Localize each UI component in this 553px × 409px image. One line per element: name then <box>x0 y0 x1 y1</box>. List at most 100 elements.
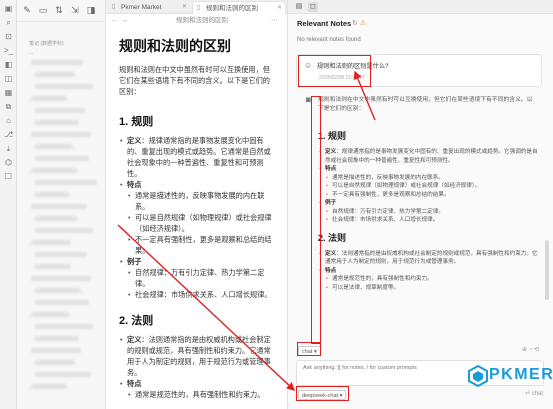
tree-item[interactable] <box>35 180 97 185</box>
user-avatar-icon: ☺ <box>304 61 313 70</box>
list-item: 特点 <box>119 378 277 389</box>
section-heading: 2. 法则 <box>119 315 154 327</box>
tree-item[interactable] <box>35 108 85 113</box>
tree-item[interactable] <box>35 360 75 365</box>
tree-item[interactable] <box>31 168 77 173</box>
tab-pkmer-market[interactable]: ▯ Pkmer Market ✕ <box>108 1 190 14</box>
list-item: 通常是规范性的，具有强制性和约束力。 <box>119 389 277 400</box>
answer-heading: 2. 法则 <box>318 232 347 243</box>
chevron-down-icon: ▾ <box>313 349 317 355</box>
graph-icon[interactable]: >_ <box>3 46 14 56</box>
tree-item[interactable] <box>31 276 91 281</box>
list-item: 自然规律：万有引力定律、热力学第二定律。 <box>119 267 277 289</box>
answer-heading: 1. 规则 <box>318 131 347 141</box>
chat-scrollbar[interactable] <box>545 240 549 300</box>
right-panel: ▤ ◻ Relevant Notes ↻ ⚠ No relevant notes… <box>288 0 553 409</box>
explorer-toolbar: ✎ ▭ ⇅ ⇲ ◨ <box>17 0 105 22</box>
model-select[interactable]: deepseek-chat ▾ <box>298 390 347 400</box>
files-icon[interactable]: ◫ <box>3 74 14 84</box>
tree-item[interactable] <box>31 348 81 353</box>
user-message: ☺ 规则和法则的区别是什么? 2025/02/08 15:07:17 <box>296 54 542 87</box>
right-tab-bar: ▤ ◻ <box>288 0 553 14</box>
tree-folder-label[interactable]: 笔记 (数据学科) <box>29 40 64 47</box>
tree-item[interactable] <box>31 96 67 101</box>
close-icon[interactable]: ✕ <box>182 1 187 14</box>
list-item: 可以是自然规律（如物理规律）或社会规律（如经济规律）。 <box>119 212 277 234</box>
answer-item: 自然规律：万有引力定律、热力学第二定律。 <box>318 208 538 217</box>
tree-item[interactable] <box>35 252 87 257</box>
refresh-icon[interactable]: ↻ <box>352 20 358 27</box>
section-heading: 1. 规则 <box>119 116 154 128</box>
tree-item[interactable] <box>31 60 83 65</box>
answer-item: 例子 <box>318 199 538 208</box>
list-item: 社会规律：市场供求关系、人口增长规律。 <box>119 289 277 300</box>
message-timestamp: 2025/02/08 15:07:17 <box>319 75 365 81</box>
chat-toolbar: chat ▾ ⊕ ◔ ⟲ <box>288 345 553 357</box>
pkmer-watermark: PKMER <box>467 364 553 392</box>
back-arrow-icon[interactable]: ← <box>111 14 118 28</box>
tree-item[interactable] <box>31 312 69 317</box>
forward-arrow-icon[interactable]: → <box>121 14 128 28</box>
tree-item[interactable] <box>35 144 73 149</box>
warning-icon[interactable]: ⚠ <box>360 20 366 27</box>
tree-item[interactable] <box>35 300 89 305</box>
folder-icon[interactable]: ▣ <box>3 4 14 14</box>
list-item: 定义：法则通常指的是由权威机构或社会制定的规则或规范，具有强制性和约束力。它通常… <box>119 334 277 378</box>
tree-item[interactable] <box>35 72 75 77</box>
tree-item[interactable] <box>35 336 79 341</box>
tree-item[interactable] <box>31 204 87 209</box>
answer-item: 通常是规范性的，具有强制性和约束力。 <box>318 275 538 284</box>
sort-icon[interactable]: ⇅ <box>53 4 65 16</box>
tree-folder-label[interactable]: ... <box>29 50 33 56</box>
chat-bubble-icon[interactable]: ◻ <box>308 2 318 12</box>
tree-item[interactable] <box>35 324 93 329</box>
tree-item[interactable] <box>31 384 67 389</box>
chat-mode-select[interactable]: chat ▾ <box>298 346 321 356</box>
note-content[interactable]: 规则和法则的区别 规则和法则在中文中虽然有时可以互换使用，但它们在某些语境下有不… <box>119 36 277 400</box>
list-item: 定义：规律通常指的是事物发展变化中固有的、重复出现的模式或趋势。它通常是自然或社… <box>119 135 277 179</box>
tree-item[interactable] <box>35 372 91 377</box>
save-chat-icon[interactable]: ◔ <box>529 347 533 353</box>
download-icon[interactable]: ⤓ <box>3 144 14 154</box>
tree-item[interactable] <box>35 216 77 221</box>
new-note-icon[interactable]: ✎ <box>21 4 33 16</box>
calendar-icon[interactable]: ▦ <box>3 88 14 98</box>
tree-item[interactable] <box>35 84 93 89</box>
bot-avatar-icon: ◙ <box>306 95 311 104</box>
tag-icon[interactable]: ⌂ <box>3 116 14 126</box>
tree-item[interactable] <box>35 156 89 161</box>
tree-item[interactable] <box>35 228 93 233</box>
search-icon[interactable]: ⌕ <box>3 18 14 28</box>
tab-active-note[interactable]: ▯ 规则和法则的区别 ✕ <box>192 1 286 14</box>
tab-label: Pkmer Market <box>121 4 162 11</box>
send-button[interactable]: ⏎ chat <box>525 390 543 397</box>
new-folder-icon[interactable]: ▭ <box>37 4 49 16</box>
answer-item: 定义：法则通常指的是由权威机构或社会制定的规则或规范，具有强制性和约束力。它通常… <box>318 250 538 267</box>
chat-icon[interactable]: ☐ <box>3 172 14 182</box>
answer-item: 特点 <box>318 165 538 174</box>
document-icon[interactable]: ▤ <box>294 2 304 12</box>
answer-item: 通常是描述性的，反映事物发展的内在联系。 <box>318 174 538 183</box>
tree-item[interactable] <box>31 132 91 137</box>
note-intro: 规则和法则在中文中虽然有时可以互换使用，但它们在某些语境下有不同的含义。以下是它… <box>119 65 270 96</box>
relevant-notes-actions: ↻ ⚠ <box>352 19 366 27</box>
git-icon[interactable]: ⎇ <box>3 130 14 140</box>
answer-intro: 规则和法则在中文中虽然有时可以互换使用，但它们在某些语境下有不同的含义。以下是它… <box>318 97 533 112</box>
tree-item[interactable] <box>35 288 81 293</box>
file-icon: ▯ <box>112 4 116 10</box>
more-options-icon[interactable]: ⋯ <box>271 14 278 28</box>
history-icon[interactable]: ⟲ <box>534 347 539 353</box>
tree-item[interactable] <box>35 120 79 125</box>
bookmark-icon[interactable]: ⊡ <box>3 32 14 42</box>
sidebar-toggle-icon[interactable]: ◨ <box>85 4 97 16</box>
editor-pane: ▯ Pkmer Market ✕ ▯ 规则和法则的区别 ✕ ← → 规则和法则的… <box>106 0 288 409</box>
collapse-icon[interactable]: ⇲ <box>69 4 81 16</box>
tree-item[interactable] <box>35 192 69 197</box>
tree-item[interactable] <box>35 264 71 269</box>
terminal-icon[interactable]: ◧ <box>3 60 14 70</box>
new-chat-icon[interactable]: ⊕ <box>522 347 527 353</box>
chat-tools: ⊕ ◔ ⟲ <box>522 346 539 353</box>
tree-item[interactable] <box>31 240 71 245</box>
template-icon[interactable]: ⧉ <box>3 102 14 112</box>
publish-icon[interactable]: ⌬ <box>3 158 14 168</box>
